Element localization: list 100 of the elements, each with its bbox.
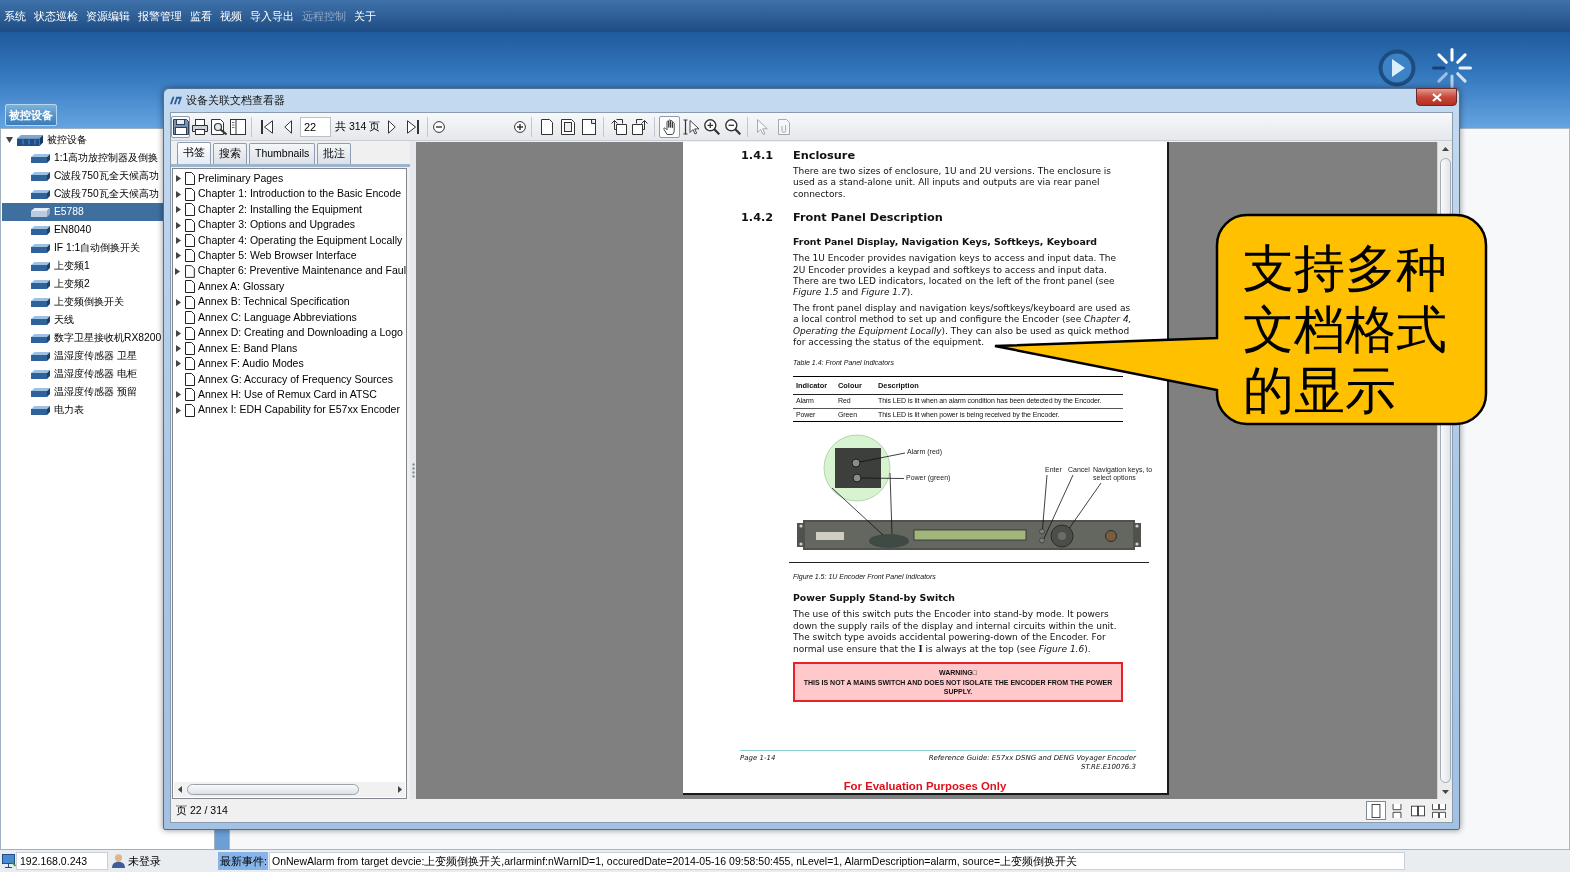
- plus-circle-icon: [514, 120, 527, 133]
- bookmark-item[interactable]: Annex D: Creating and Downloading a Logo: [173, 325, 406, 341]
- bookmark-item[interactable]: Annex C: Language Abbreviations: [173, 309, 406, 326]
- page-icon: [185, 326, 195, 340]
- menu-item[interactable]: 报警管理: [138, 9, 182, 23]
- scrollbar-thumb[interactable]: [187, 784, 359, 795]
- network-icon: [2, 854, 16, 868]
- paragraph: The 1U Encoder provides navigation keys to access and input data. The 2U Encoder provides a keypad and softkeys to access and input data. There are two LED indicators, located on the left of the front panel (see Figure 1.5 and Figure 1.7).: [793, 253, 1118, 299]
- close-button[interactable]: [1416, 88, 1457, 106]
- device-icon: [31, 351, 50, 361]
- bookmark-item[interactable]: Chapter 1: Introduction to the Basic Encode: [173, 186, 406, 202]
- grip-icon: [411, 462, 415, 478]
- bookmark-item[interactable]: Annex A: Glossary: [173, 279, 406, 295]
- bookmark-item[interactable]: Annex I: EDH Capability for E57xx Encoder: [173, 402, 406, 418]
- device-icon: [31, 243, 50, 253]
- device-icon: [31, 297, 50, 307]
- bookmark-item[interactable]: Annex F: Audio Modes: [173, 356, 406, 372]
- menu-item[interactable]: 状态巡检: [34, 9, 78, 23]
- user-icon: [112, 854, 125, 868]
- triangle-left-icon: [283, 119, 292, 134]
- device-icon: [31, 207, 50, 217]
- page-icon: [184, 264, 195, 278]
- triangle-down-icon: [1441, 790, 1449, 794]
- continuous-pages-icon: [1390, 803, 1404, 818]
- leader-line: [831, 488, 884, 536]
- subheading: Power Supply Stand-by Switch: [793, 592, 956, 605]
- paragraph: The use of this switch puts the Encoder into stand-by mode. It powers down the supply rails of the display and internal circuits within the unit. The switch type avoids accidental powering-down of the Encoder. For normal use ensure that the I is always at the top (see Figure 1.6).: [793, 609, 1118, 656]
- page-frame-icon: [560, 118, 575, 135]
- led-icon: [852, 473, 862, 483]
- save-button[interactable]: [171, 115, 190, 138]
- page-icon: [185, 187, 195, 201]
- save-icon: [172, 118, 189, 135]
- page-icon: [185, 295, 195, 309]
- evaluation-notice: For Evaluation Purposes Only: [842, 780, 1008, 793]
- section-title: Front Panel Description: [793, 211, 943, 226]
- page-icon: [185, 403, 195, 417]
- menu-item[interactable]: 关于: [354, 9, 376, 23]
- device-icon: [31, 333, 50, 343]
- printer-icon: [191, 118, 208, 135]
- bookmark-item[interactable]: Chapter 6: Preventive Maintenance and Faul: [173, 263, 406, 280]
- page-rotate-right-icon: [631, 118, 648, 135]
- device-icon: [31, 189, 50, 199]
- device-icon: [31, 369, 50, 379]
- device-icon: [31, 171, 50, 181]
- ip-address: 192.168.0.243: [16, 852, 108, 870]
- bookmark-item[interactable]: Chapter 4: Operating the Equipment Locally: [173, 232, 406, 249]
- login-status: 未登录: [128, 854, 162, 869]
- key-icon: [1039, 538, 1045, 544]
- device-icon: [31, 387, 50, 397]
- menu-item[interactable]: 系统: [4, 9, 26, 23]
- page-icon: [185, 203, 195, 217]
- led-closeup-drawing: [823, 435, 891, 502]
- zoom-in-icon: [703, 118, 720, 135]
- view-mode-button[interactable]: [1366, 801, 1386, 820]
- zoom-out-icon: [724, 118, 741, 135]
- triangle-right-icon: [387, 119, 396, 134]
- panel-tab[interactable]: 批注: [317, 143, 352, 164]
- hand-tool-button[interactable]: [659, 115, 681, 138]
- triangle-up-icon: [1441, 147, 1449, 151]
- device-icon: [31, 225, 50, 235]
- page-icon: [185, 233, 195, 247]
- page-icon: [185, 342, 195, 356]
- skip-back-icon: [260, 119, 273, 134]
- device-icon: [31, 315, 50, 325]
- panel-tab[interactable]: Thumbnails: [249, 143, 316, 164]
- section-number: 1.4.1: [741, 149, 775, 163]
- panel-tab[interactable]: 搜索: [213, 143, 247, 164]
- triangle-left-icon: [177, 786, 182, 793]
- subheading: Front Panel Display, Navigation Keys, Softkeys, Keyboard: [793, 236, 1099, 249]
- bookmark-item[interactable]: Annex H: Use of Remux Card in ATSC: [173, 387, 406, 403]
- power-knob-icon: [1105, 530, 1117, 543]
- two-pages-icon: [1411, 803, 1425, 818]
- device-group-icon: [17, 134, 43, 146]
- menu-item[interactable]: 监看: [190, 9, 212, 23]
- menu-item[interactable]: 视频: [220, 9, 242, 23]
- callout-text: 支持多种文档格式的显示: [1243, 239, 1448, 421]
- panel-tab[interactable]: 书签: [177, 142, 211, 164]
- bookmark-item[interactable]: Annex G: Accuracy of Frequency Sources: [173, 371, 406, 388]
- page-icon: [185, 357, 195, 371]
- pointer-icon: [757, 118, 769, 135]
- section-number: 1.4.2: [741, 211, 775, 226]
- bookmark-item[interactable]: Preliminary Pages: [173, 171, 406, 187]
- menu-item[interactable]: 导入导出: [250, 9, 294, 23]
- device-icon: [31, 153, 50, 163]
- spinner-icon: [1432, 48, 1472, 88]
- bookmark-item[interactable]: Annex B: Technical Specification: [173, 294, 406, 310]
- page-icon: [185, 172, 195, 186]
- text-cursor-icon: [682, 118, 699, 135]
- page-icon: [185, 218, 195, 232]
- led-icon: [851, 458, 861, 468]
- page-number-field[interactable]: 22: [300, 116, 331, 137]
- view-mode-button[interactable]: [1429, 801, 1449, 820]
- paragraph: The front panel display and navigation keys/softkeys/keyboard are used as a local control method to set up and configure the Encoder (see Chapter 4, Operating the Equipment Locally). They can also be used as quick method for accessing the status of the equipment.: [793, 302, 1133, 349]
- bookmark-item[interactable]: Chapter 5: Web Browser Interface: [173, 248, 406, 264]
- app-logo-icon: [170, 96, 182, 105]
- minus-circle-icon: [433, 120, 446, 133]
- event-message: OnNewAlarm from target devcie:上变频倒换开关,arlarminf:nWarnID=1, occuredDate=2014-05-16 09:58:50:455, nLevel=1, AlarmDescription=alarm, source=上变频倒换开关: [269, 852, 1405, 870]
- menu-item[interactable]: 资源编辑: [86, 9, 130, 23]
- horizontal-scrollbar[interactable]: [174, 782, 405, 797]
- bookmark-item[interactable]: Annex E: Band Plans: [173, 340, 406, 357]
